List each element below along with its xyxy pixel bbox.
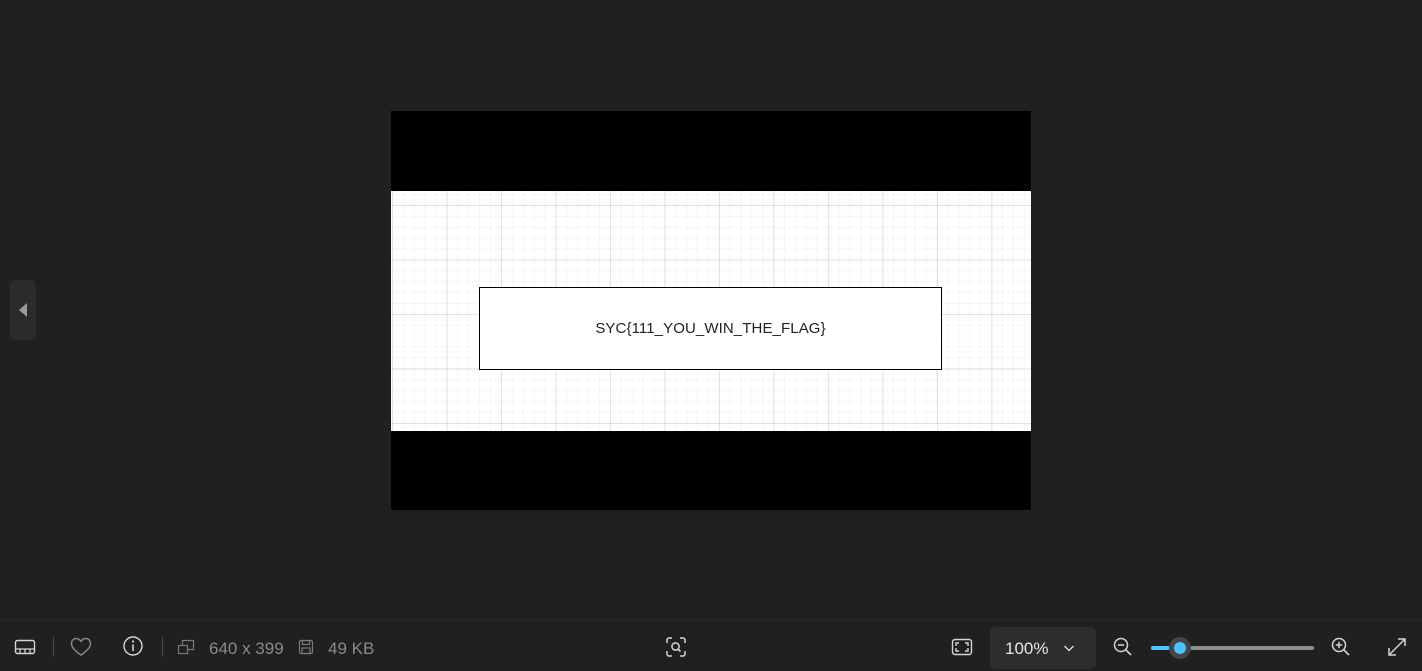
fit-to-window-button[interactable] (947, 632, 977, 662)
fullscreen-button[interactable] (1382, 632, 1412, 662)
save-icon (298, 639, 314, 655)
flag-text: SYC{111_YOU_WIN_THE_FLAG} (595, 320, 826, 337)
filmstrip-icon (14, 639, 36, 655)
image-grid-area: SYC{111_YOU_WIN_THE_FLAG} (391, 191, 1031, 431)
chevron-left-icon (19, 303, 27, 317)
previous-image-button[interactable] (10, 280, 36, 340)
resize-icon (177, 639, 195, 655)
toolbar-divider (53, 637, 54, 657)
file-size-indicator (292, 632, 320, 662)
toolbar-divider (162, 637, 163, 657)
file-size: 49 KB (328, 639, 375, 658)
zoom-level: 100% (1005, 639, 1049, 658)
visual-search-button[interactable] (661, 632, 691, 662)
fit-to-window-icon (951, 638, 973, 656)
slider-thumb[interactable] (1169, 637, 1192, 659)
info-button[interactable] (118, 631, 148, 661)
zoom-in-icon (1331, 637, 1350, 656)
heart-icon (70, 637, 92, 656)
bottom-toolbar: 640 x 399 49 KB 100% (0, 620, 1422, 671)
zoom-slider[interactable] (1151, 637, 1314, 659)
chevron-down-icon (1063, 645, 1075, 652)
info-icon (123, 636, 143, 656)
zoom-out-icon (1113, 637, 1132, 656)
visual-search-icon (666, 637, 686, 657)
favorite-button[interactable] (66, 632, 96, 662)
image-viewer: SYC{111_YOU_WIN_THE_FLAG} (0, 0, 1422, 620)
fullscreen-icon (1388, 638, 1406, 656)
filmstrip-button[interactable] (10, 632, 40, 662)
displayed-image: SYC{111_YOU_WIN_THE_FLAG} (391, 111, 1031, 510)
zoom-out-button[interactable] (1108, 632, 1138, 662)
dimensions-indicator (172, 632, 200, 662)
image-dimensions: 640 x 399 (209, 639, 284, 658)
zoom-in-button[interactable] (1326, 632, 1356, 662)
zoom-level-dropdown[interactable]: 100% (990, 627, 1096, 669)
flag-box: SYC{111_YOU_WIN_THE_FLAG} (479, 287, 942, 370)
